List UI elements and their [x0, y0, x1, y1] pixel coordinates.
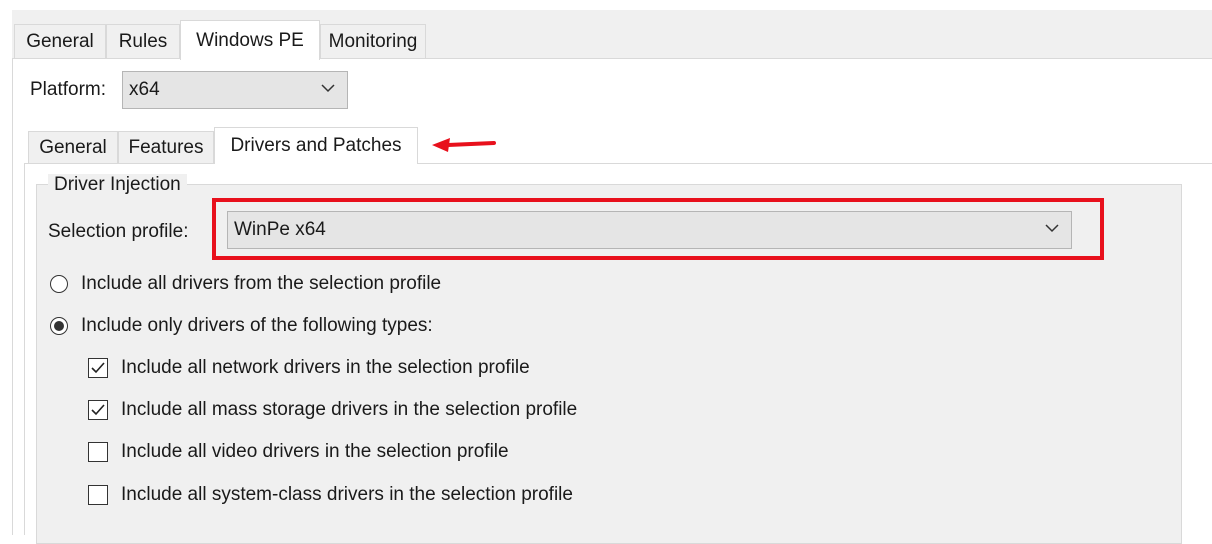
tab-general[interactable]: General	[14, 24, 106, 59]
radio-include-all-drivers[interactable]: Include all drivers from the selection p…	[50, 271, 441, 297]
checkmark-icon	[91, 404, 105, 416]
selection-profile-label: Selection profile:	[48, 221, 189, 242]
check-network-drivers[interactable]: Include all network drivers in the selec…	[88, 355, 530, 381]
driver-injection-title: Driver Injection	[48, 174, 187, 196]
radio-button[interactable]	[50, 275, 68, 293]
check-mass-storage-drivers[interactable]: Include all mass storage drivers in the …	[88, 397, 577, 423]
radio-include-only-label: Include only drivers of the following ty…	[81, 315, 433, 336]
check-video-label: Include all video drivers in the selecti…	[121, 441, 509, 462]
checkbox[interactable]	[88, 358, 108, 378]
tab-rules[interactable]: Rules	[106, 24, 180, 59]
annotation-arrow-icon	[432, 138, 496, 152]
check-video-drivers[interactable]: Include all video drivers in the selecti…	[88, 439, 509, 465]
inner-tab-divider	[24, 163, 1212, 164]
platform-label: Platform:	[30, 79, 107, 100]
check-system-class-drivers[interactable]: Include all system-class drivers in the …	[88, 482, 573, 508]
tab-monitoring[interactable]: Monitoring	[320, 24, 426, 59]
checkbox[interactable]	[88, 442, 108, 462]
platform-select[interactable]: x64	[122, 71, 348, 109]
check-system-class-label: Include all system-class drivers in the …	[121, 484, 573, 505]
inner-tab-features[interactable]: Features	[118, 131, 214, 164]
check-mass-storage-label: Include all mass storage drivers in the …	[121, 399, 578, 420]
tab-windows-pe[interactable]: Windows PE	[180, 20, 320, 60]
inner-tab-drivers-and-patches[interactable]: Drivers and Patches	[214, 127, 418, 164]
checkmark-icon	[91, 362, 105, 374]
radio-include-all-label: Include all drivers from the selection p…	[81, 273, 442, 294]
radio-button-selected[interactable]	[50, 317, 68, 335]
selection-profile-highlight	[212, 198, 1104, 260]
platform-value: x64	[129, 79, 160, 100]
inner-tab-general[interactable]: General	[28, 131, 118, 164]
radio-include-only-drivers[interactable]: Include only drivers of the following ty…	[50, 313, 433, 339]
checkbox[interactable]	[88, 485, 108, 505]
chevron-down-icon	[321, 84, 335, 93]
checkbox[interactable]	[88, 400, 108, 420]
check-network-label: Include all network drivers in the selec…	[121, 357, 530, 378]
